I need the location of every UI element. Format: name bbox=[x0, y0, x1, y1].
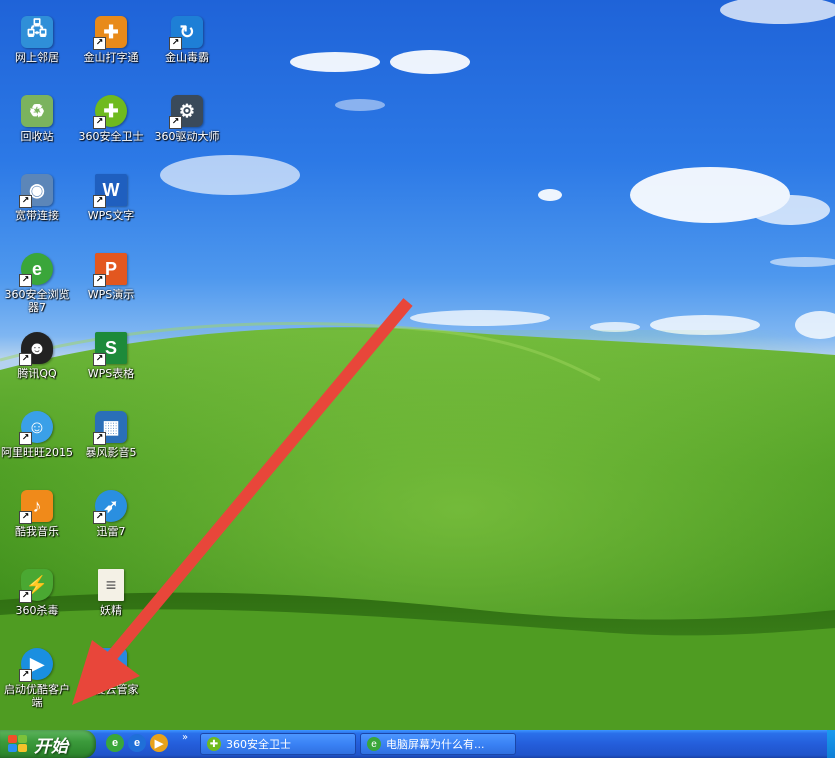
desktop: 🖧 网上邻居 ♻ 回收站 ◉ ↗ 宽带连接 e ↗ 360安全浏览器7 ☻ ↗ 腾讯Q… bbox=[0, 0, 835, 730]
start-button[interactable]: 开始 bbox=[0, 730, 96, 758]
task-label: 360安全卫士 bbox=[226, 738, 291, 751]
taskbar: 开始 e e ▶ » ✚ 360安全卫士 e 电脑屏幕为什么有... bbox=[0, 730, 835, 758]
windows-logo-icon bbox=[8, 735, 28, 753]
360-security-task-icon: ✚ bbox=[207, 737, 221, 751]
red-pointer-arrow-icon bbox=[72, 298, 413, 705]
ie-quicklaunch-icon[interactable]: e bbox=[128, 734, 146, 752]
quick-launch-more-button[interactable]: » bbox=[182, 732, 188, 743]
task-button-360-security[interactable]: ✚ 360安全卫士 bbox=[200, 733, 356, 755]
task-label: 电脑屏幕为什么有... bbox=[386, 738, 485, 751]
quick-launch-bar: e e ▶ bbox=[106, 734, 168, 754]
360-browser-task-icon: e bbox=[367, 737, 381, 751]
start-label: 开始 bbox=[34, 736, 68, 757]
task-button-browser[interactable]: e 电脑屏幕为什么有... bbox=[360, 733, 516, 755]
360-browser-quicklaunch-icon[interactable]: e bbox=[106, 734, 124, 752]
media-player-quicklaunch-icon[interactable]: ▶ bbox=[150, 734, 168, 752]
system-tray bbox=[827, 730, 835, 758]
